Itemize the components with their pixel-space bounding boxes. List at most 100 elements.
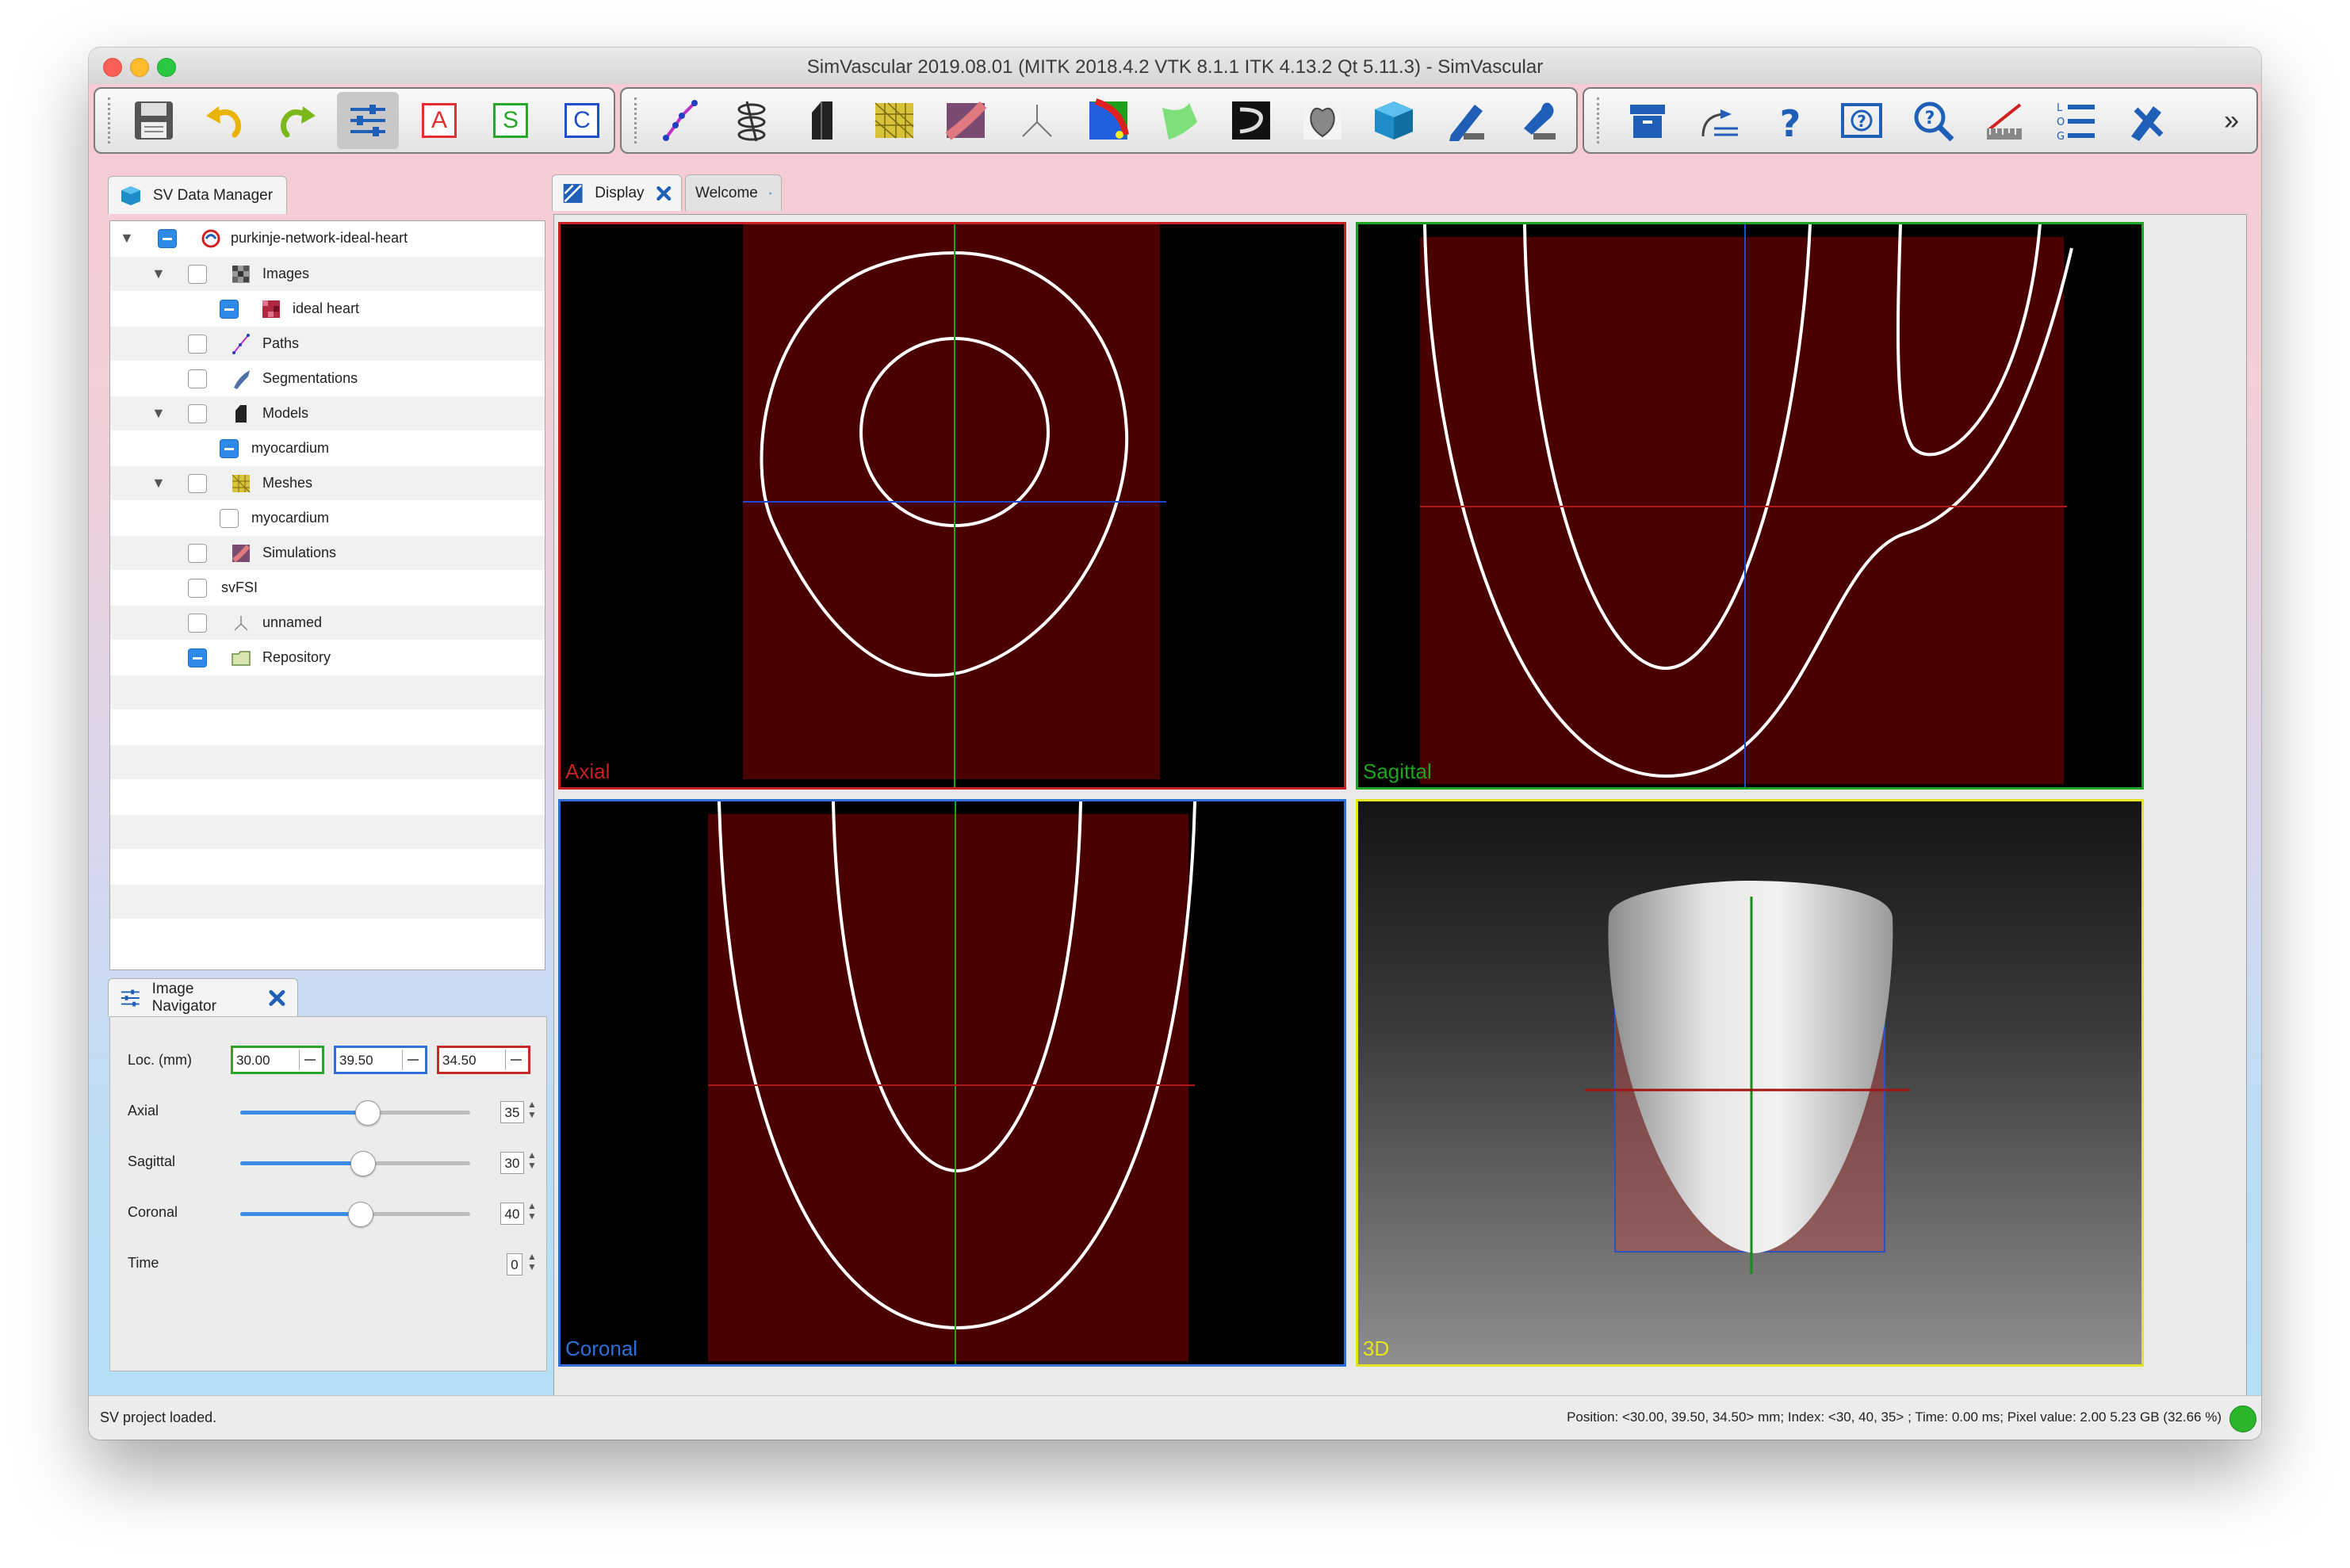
- search-help-button[interactable]: ?: [1902, 92, 1964, 149]
- tree-item-segmentations[interactable]: Segmentations: [110, 361, 545, 396]
- help-button[interactable]: ?: [1759, 92, 1821, 149]
- tab-image-navigator[interactable]: Image Navigator: [108, 978, 298, 1016]
- axial-slider[interactable]: [240, 1100, 470, 1126]
- sagittal-value[interactable]: 30: [500, 1152, 524, 1174]
- expand-arrow-icon[interactable]: ▼: [151, 405, 166, 422]
- purkinje-button[interactable]: [1006, 92, 1068, 149]
- image-navigator-button[interactable]: [337, 92, 399, 149]
- redo-button[interactable]: [266, 92, 327, 149]
- tree-item-model-myocardium[interactable]: myocardium: [110, 431, 545, 465]
- simulation-icon: [945, 101, 987, 140]
- coronal-view[interactable]: Coronal: [558, 799, 1346, 1367]
- stepper-icon[interactable]: [505, 1050, 526, 1070]
- visibility-checkbox[interactable]: [188, 648, 207, 667]
- tree-item-models[interactable]: ▼ Models: [110, 396, 545, 430]
- loc-x-field[interactable]: 30.00: [231, 1046, 324, 1074]
- visibility-checkbox[interactable]: [188, 369, 207, 388]
- visibility-checkbox[interactable]: [188, 613, 207, 633]
- tree-item-unnamed[interactable]: unnamed: [110, 606, 545, 640]
- tree-item-images[interactable]: ▼ Images: [110, 257, 545, 291]
- stepper-icon[interactable]: [402, 1050, 423, 1070]
- 3d-view[interactable]: 3D: [1356, 799, 2144, 1367]
- tree-item-simulations[interactable]: Simulations: [110, 536, 545, 570]
- pencil-button[interactable]: [1434, 92, 1496, 149]
- loc-z-field[interactable]: 34.50: [437, 1046, 530, 1074]
- close-icon[interactable]: [769, 184, 771, 203]
- toolbar-grip[interactable]: [1597, 98, 1604, 143]
- coronal-value[interactable]: 40: [500, 1203, 524, 1225]
- tree-item-meshes[interactable]: ▼ Meshes: [110, 466, 545, 500]
- tree-item-mesh-myocardium[interactable]: myocardium: [110, 501, 545, 535]
- visibility-checkbox[interactable]: [220, 299, 239, 319]
- close-icon[interactable]: [268, 989, 286, 1008]
- tree-item-project[interactable]: ▼ purkinje-network-ideal-heart: [110, 221, 545, 255]
- axial-view[interactable]: Axial: [558, 222, 1346, 790]
- time-value[interactable]: 0: [507, 1253, 522, 1275]
- visibility-checkbox[interactable]: [188, 403, 207, 423]
- tree-empty-row: [110, 850, 545, 884]
- axial-view-button[interactable]: A: [408, 92, 470, 149]
- slider-handle[interactable]: [354, 1100, 381, 1126]
- help-icon: ?: [1780, 102, 1801, 143]
- cube-button[interactable]: [1363, 92, 1425, 149]
- path-planning-button[interactable]: [649, 92, 711, 149]
- meshing-button[interactable]: [863, 92, 925, 149]
- coronal-stepper-icon[interactable]: ▲ ▼: [527, 1201, 540, 1222]
- toolbar-overflow-button[interactable]: »: [2224, 105, 2244, 136]
- view-help-button[interactable]: ?: [1831, 92, 1893, 149]
- sagittal-stepper-icon[interactable]: ▲ ▼: [527, 1150, 540, 1171]
- undo-button[interactable]: [194, 92, 256, 149]
- visibility-checkbox[interactable]: [188, 543, 207, 563]
- tree-item-ideal-heart[interactable]: ideal heart: [110, 292, 545, 326]
- axial-value[interactable]: 35: [500, 1101, 524, 1123]
- transform-button[interactable]: [1688, 92, 1750, 149]
- archive-button[interactable]: [1617, 92, 1678, 149]
- measure-button[interactable]: [1973, 92, 2035, 149]
- ribbon-button[interactable]: [1149, 92, 1211, 149]
- coronal-view-button[interactable]: C: [551, 92, 613, 149]
- simulation-button[interactable]: [935, 92, 997, 149]
- image-processing-button[interactable]: [1220, 92, 1282, 149]
- visibility-checkbox[interactable]: [188, 578, 207, 598]
- settings-button[interactable]: [2116, 92, 2178, 149]
- modeling-button[interactable]: [792, 92, 854, 149]
- tree-item-paths[interactable]: Paths: [110, 327, 545, 361]
- slider-handle[interactable]: [347, 1202, 373, 1227]
- floppy-disk-icon: [135, 101, 173, 140]
- tree-item-svfsi[interactable]: svFSI: [110, 571, 545, 605]
- sagittal-slider[interactable]: [240, 1151, 470, 1176]
- visibility-checkbox[interactable]: [220, 508, 239, 528]
- log-button[interactable]: L O G: [2045, 92, 2107, 149]
- save-project-button[interactable]: [123, 92, 185, 149]
- toolbar-grip[interactable]: [634, 98, 637, 143]
- time-stepper-icon[interactable]: ▲ ▼: [527, 1252, 540, 1272]
- expand-arrow-icon[interactable]: ▼: [120, 230, 134, 247]
- visibility-checkbox[interactable]: [188, 264, 207, 284]
- loc-z-value: 34.50: [442, 1053, 477, 1068]
- expand-arrow-icon[interactable]: ▼: [151, 266, 166, 282]
- expand-arrow-icon[interactable]: ▼: [151, 475, 166, 491]
- sagittal-view-button[interactable]: S: [480, 92, 542, 149]
- heart-model-button[interactable]: [1292, 92, 1353, 149]
- coronal-slider[interactable]: [240, 1202, 470, 1227]
- tab-display[interactable]: Display: [552, 174, 682, 211]
- tab-label: Display: [595, 184, 645, 201]
- loc-y-field[interactable]: 39.50: [334, 1046, 427, 1074]
- tree-item-repository[interactable]: Repository: [110, 641, 545, 675]
- visibility-checkbox[interactable]: [188, 334, 207, 354]
- wrench-button[interactable]: [1506, 92, 1567, 149]
- tab-welcome[interactable]: Welcome: [685, 174, 782, 211]
- toolbar-grip[interactable]: [108, 98, 110, 143]
- tab-sv-data-manager[interactable]: SV Data Manager: [108, 176, 287, 214]
- visibility-checkbox[interactable]: [188, 473, 207, 493]
- stepper-icon[interactable]: [299, 1050, 320, 1070]
- visibility-checkbox[interactable]: [158, 228, 177, 248]
- visibility-checkbox[interactable]: [220, 438, 239, 458]
- svg-text:L: L: [2057, 102, 2063, 114]
- fsi-button[interactable]: [1077, 92, 1139, 149]
- axial-stepper-icon[interactable]: ▲ ▼: [527, 1100, 540, 1120]
- sagittal-view[interactable]: Sagittal: [1356, 222, 2144, 790]
- close-icon[interactable]: [656, 184, 672, 203]
- segmentation-button[interactable]: [721, 92, 783, 149]
- slider-handle[interactable]: [350, 1151, 376, 1176]
